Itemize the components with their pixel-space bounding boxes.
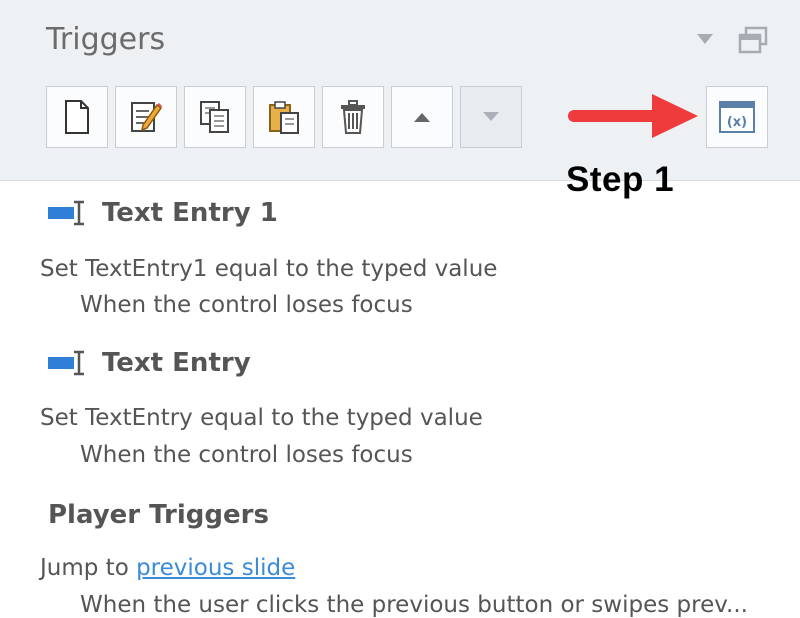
trigger-condition[interactable]: When the control loses focus (80, 292, 413, 318)
trigger-action[interactable]: Set TextEntry1 equal to the typed value (40, 256, 497, 282)
trigger-object-name: Text Entry 1 (102, 198, 278, 228)
svg-text:(x): (x) (727, 115, 747, 130)
variables-icon: (x) (719, 101, 755, 133)
text-entry-icon (48, 350, 84, 376)
edit-pencil-icon (131, 102, 163, 132)
collapse-arrow-icon[interactable] (697, 34, 713, 44)
text-entry-icon (48, 200, 84, 226)
trash-icon (341, 100, 365, 134)
trigger-condition[interactable]: When the control loses focus (80, 442, 413, 468)
restore-window-icon[interactable] (738, 26, 768, 54)
paste-icon (269, 101, 299, 134)
manage-variables-button[interactable]: (x) (706, 86, 768, 148)
previous-slide-link[interactable]: previous slide (136, 555, 295, 581)
player-trigger-condition[interactable]: When the user clicks the previous button… (80, 592, 748, 618)
player-triggers-heading[interactable]: Player Triggers (48, 500, 269, 530)
triangle-up-icon (414, 113, 430, 122)
trigger-object-name: Text Entry (102, 348, 251, 378)
step-label: Step 1 (566, 160, 675, 199)
paste-trigger-button[interactable] (253, 86, 315, 148)
triangle-down-icon (483, 112, 499, 121)
delete-trigger-button[interactable] (322, 86, 384, 148)
trigger-object-heading[interactable]: Text Entry 1 (46, 198, 278, 228)
step-arrow-annotation (568, 94, 698, 138)
new-document-icon (65, 100, 89, 134)
move-down-button[interactable] (460, 86, 522, 148)
trigger-object-heading[interactable]: Text Entry (46, 348, 251, 378)
triggers-panel-header: Triggers (x) (0, 0, 800, 181)
new-trigger-button[interactable] (46, 86, 108, 148)
panel-title: Triggers (46, 22, 166, 57)
trigger-action[interactable]: Set TextEntry equal to the typed value (40, 405, 483, 431)
copy-trigger-button[interactable] (184, 86, 246, 148)
move-up-button[interactable] (391, 86, 453, 148)
action-prefix: Jump to (40, 555, 137, 581)
edit-trigger-button[interactable] (115, 86, 177, 148)
copy-icon (200, 101, 229, 133)
player-trigger-action[interactable]: Jump to previous slide (40, 555, 295, 581)
